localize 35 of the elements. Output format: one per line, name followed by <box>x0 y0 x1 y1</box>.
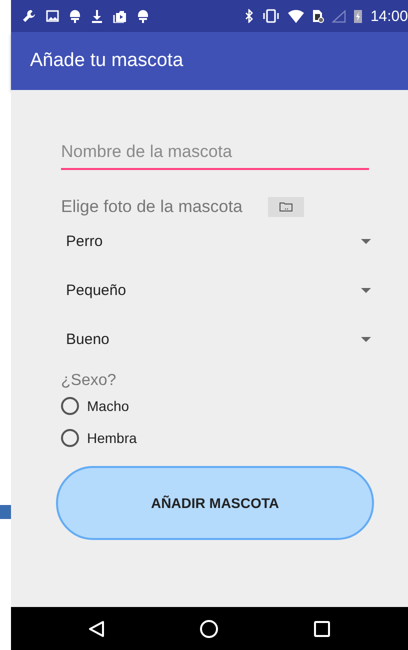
radio-option[interactable]: Hembra <box>61 422 137 454</box>
browse-button[interactable] <box>268 197 304 217</box>
dropdown[interactable]: Bueno <box>61 315 371 364</box>
photo-label: Elige foto de la mascota <box>61 197 242 217</box>
clock-time: 14:00 <box>370 8 408 24</box>
dropdown-value: Perro <box>66 233 103 250</box>
screen-title: Añade tu mascota <box>30 50 184 72</box>
dropdown-arrow-icon <box>361 239 371 244</box>
dropdown[interactable]: Perro <box>61 217 371 266</box>
vibrate-icon <box>262 9 280 23</box>
sim-icon <box>312 9 324 23</box>
wrench-icon <box>22 9 36 23</box>
battery-icon <box>354 9 362 23</box>
radio-button[interactable] <box>61 429 79 447</box>
dropdown-value: Pequeño <box>66 282 126 299</box>
dropdown-arrow-icon <box>361 288 371 293</box>
dropdown[interactable]: Pequeño <box>61 266 371 315</box>
signal-icon <box>332 10 346 22</box>
download-icon <box>91 9 103 23</box>
camera-icon <box>113 10 127 22</box>
edge-mark <box>0 505 11 519</box>
radio-option[interactable]: Macho <box>61 390 130 422</box>
folder-icon <box>279 202 294 212</box>
dropdown-arrow-icon <box>361 337 371 342</box>
wifi-icon <box>288 10 304 22</box>
sex-label: ¿Sexo? <box>61 372 118 390</box>
bluetooth-icon <box>245 9 254 23</box>
add-pet-button[interactable]: AÑADIR MASCOTA <box>56 466 374 540</box>
back-icon[interactable] <box>88 620 106 638</box>
dropdown-value: Bueno <box>66 331 110 348</box>
image-icon <box>46 10 59 22</box>
recents-icon[interactable] <box>313 620 332 638</box>
name-input-field[interactable]: Nombre de la mascota <box>61 140 369 170</box>
radio-button[interactable] <box>61 397 79 415</box>
home-icon[interactable] <box>199 618 220 638</box>
